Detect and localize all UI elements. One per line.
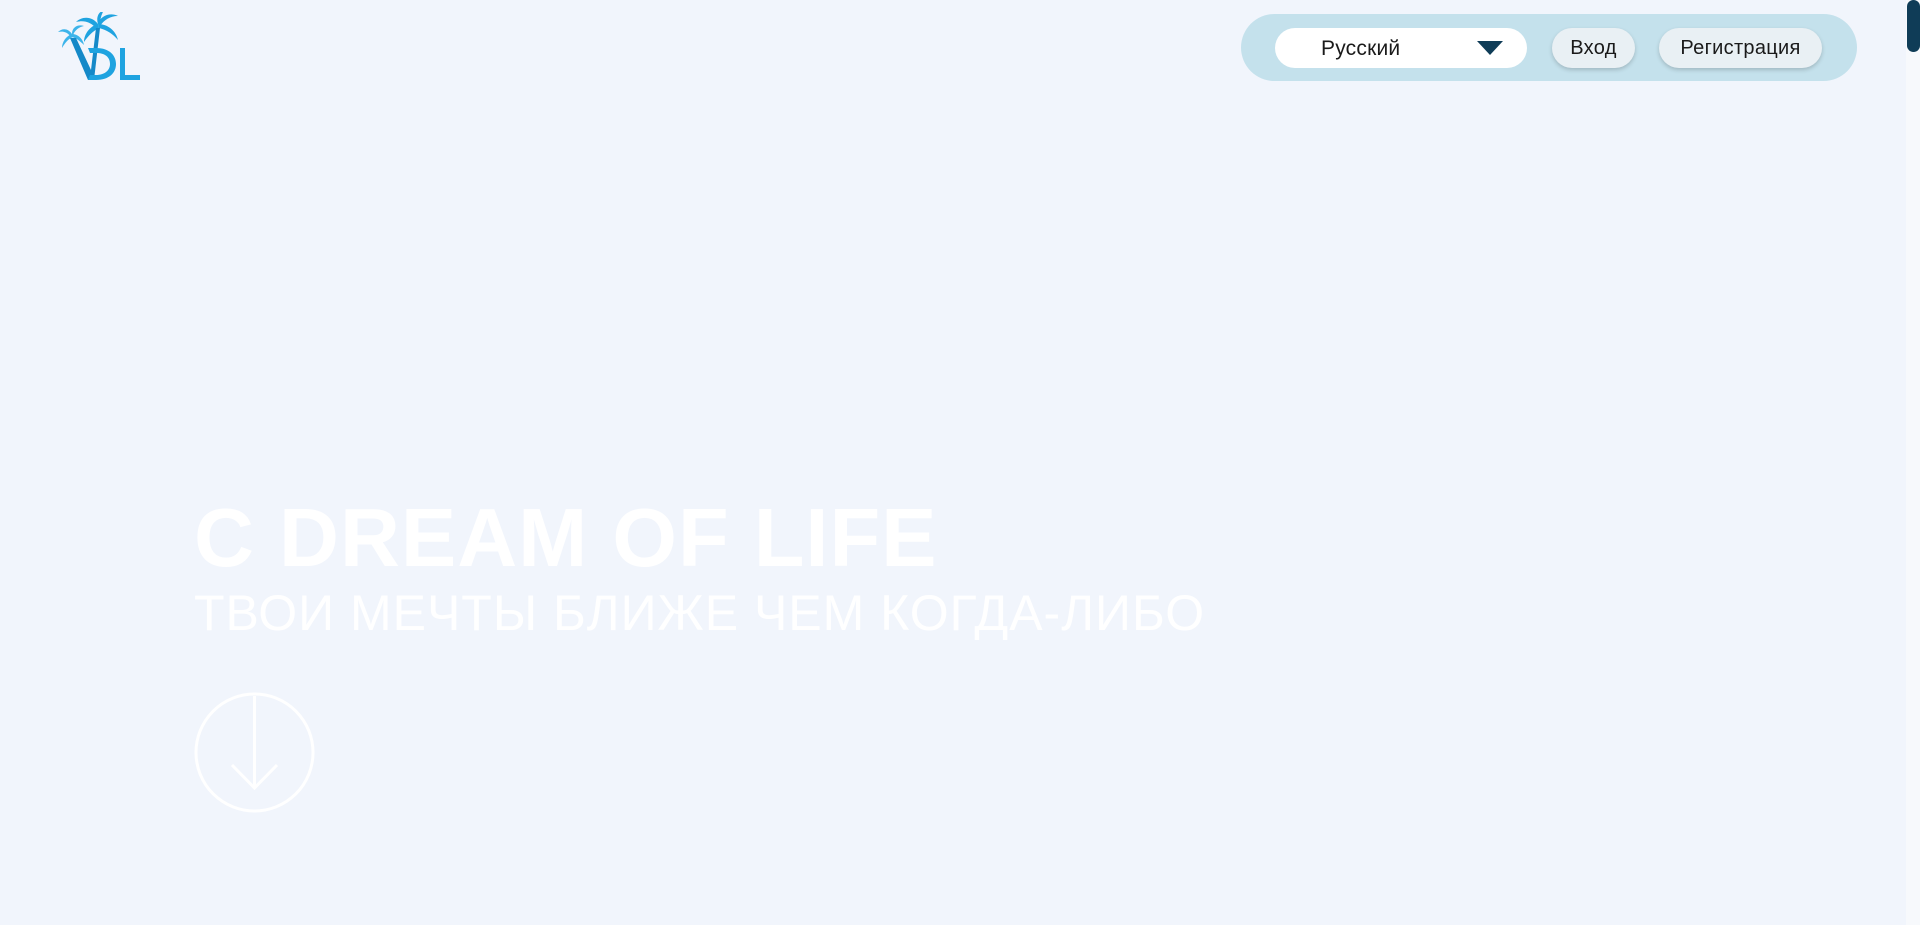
page: Русский Вход Регистрация С DREAM OF LIFE… bbox=[0, 0, 1920, 925]
caret-down-icon[interactable] bbox=[1477, 41, 1503, 55]
page-scrollbar[interactable] bbox=[1906, 0, 1920, 925]
header-nav: Русский Вход Регистрация bbox=[1241, 14, 1857, 81]
hero-title: С DREAM OF LIFE bbox=[194, 491, 938, 584]
login-button[interactable]: Вход bbox=[1552, 28, 1635, 68]
language-selected-label: Русский bbox=[1321, 37, 1401, 60]
scrollbar-thumb[interactable] bbox=[1907, 0, 1920, 52]
language-select[interactable]: Русский bbox=[1275, 28, 1527, 68]
hero-subtitle: ТВОИ МЕЧТЫ БЛИЖЕ ЧЕМ КОГДА-ЛИБО bbox=[194, 585, 1206, 641]
arrow-down-circle-icon[interactable] bbox=[194, 692, 315, 813]
register-button[interactable]: Регистрация bbox=[1659, 28, 1822, 68]
vdl-palm-logo-icon[interactable] bbox=[58, 10, 144, 84]
